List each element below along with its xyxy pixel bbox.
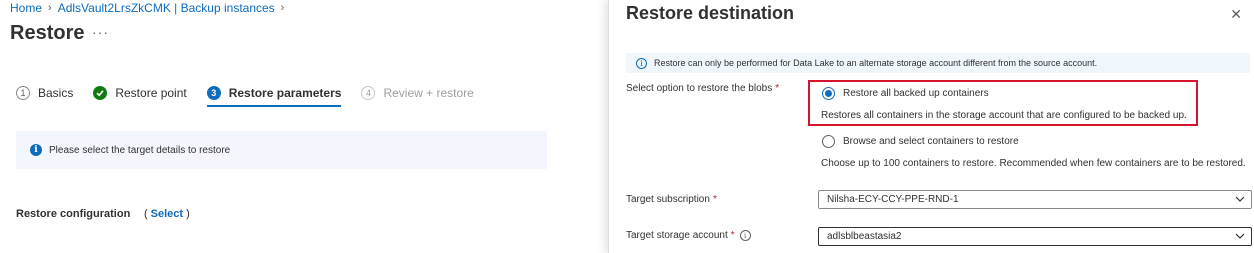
required-marker: * xyxy=(775,83,780,94)
radio-selected-icon[interactable] xyxy=(822,87,835,100)
restore-destination-panel: Restore destination ✕ i Restore can only… xyxy=(608,0,1254,253)
close-icon[interactable]: ✕ xyxy=(1230,6,1242,23)
radio-description: Restores all containers in the storage a… xyxy=(821,110,1187,121)
required-marker: * xyxy=(730,230,735,241)
tab-basics[interactable]: 1 Basics xyxy=(16,86,73,100)
page-title: Restore xyxy=(10,22,85,44)
checkmark-icon xyxy=(93,86,108,100)
info-icon: i xyxy=(636,57,647,69)
select-link[interactable]: Select xyxy=(151,208,183,220)
dropdown-value: adlsblbeastasia2 xyxy=(827,231,902,242)
more-options-icon[interactable]: ··· xyxy=(92,24,109,40)
step-label: Restore parameters xyxy=(228,86,342,100)
panel-title: Restore destination xyxy=(626,3,795,23)
tab-restore-point[interactable]: Restore point xyxy=(93,86,187,100)
radio-label: Restore all backed up containers xyxy=(843,88,989,99)
info-icon[interactable]: i xyxy=(739,230,751,241)
step-label: Basics xyxy=(38,86,74,100)
radio-description: Choose up to 100 containers to restore. … xyxy=(821,158,1246,169)
info-message-bar: i Please select the target details to re… xyxy=(16,131,547,169)
restore-configuration-label: Restore configuration xyxy=(16,208,131,220)
breadcrumb: Home › AdlsVault2LrsZkCMK | Backup insta… xyxy=(10,1,290,15)
tab-restore-parameters[interactable]: 3 Restore parameters xyxy=(206,86,342,107)
target-subscription-dropdown[interactable]: Nilsha-ECY-CCY-PPE-RND-1 xyxy=(818,190,1252,209)
radio-label: Browse and select containers to restore xyxy=(843,136,1019,147)
radio-browse-select[interactable]: Browse and select containers to restore xyxy=(822,135,1019,148)
tab-review-restore: 4 Review + restore xyxy=(361,86,474,100)
breadcrumb-home-link[interactable]: Home xyxy=(10,1,42,15)
radio-unselected-icon[interactable] xyxy=(822,135,835,148)
chevron-down-icon xyxy=(1235,233,1245,239)
step-label: Review + restore xyxy=(383,86,474,100)
target-subscription-label: Target subscription * xyxy=(626,194,717,205)
step-number-badge: 4 xyxy=(361,86,376,100)
breadcrumb-vault-link[interactable]: AdlsVault2LrsZkCMK | Backup instances xyxy=(58,1,275,15)
step-label: Restore point xyxy=(115,86,187,100)
info-banner: i Restore can only be performed for Data… xyxy=(626,53,1250,73)
radio-restore-all[interactable]: Restore all backed up containers xyxy=(822,87,989,100)
info-icon: i xyxy=(30,144,42,156)
info-message-text: Please select the target details to rest… xyxy=(49,144,231,156)
breadcrumb-chevron-icon: › xyxy=(280,2,285,14)
target-storage-account-label: Target storage account * i xyxy=(626,230,751,241)
step-number-badge: 1 xyxy=(16,86,30,100)
restore-configuration-select: (Select) xyxy=(144,208,190,220)
dropdown-value: Nilsha-ECY-CCY-PPE-RND-1 xyxy=(827,194,959,205)
wizard-steps: 1 Basics Restore point 3 Restore paramet… xyxy=(16,86,494,107)
chevron-down-icon xyxy=(1235,196,1245,202)
restore-wizard-pane: Home › AdlsVault2LrsZkCMK | Backup insta… xyxy=(0,0,608,253)
step-number-badge: 3 xyxy=(206,86,221,100)
target-storage-account-dropdown[interactable]: adlsblbeastasia2 xyxy=(818,227,1252,246)
banner-text: Restore can only be performed for Data L… xyxy=(654,58,1098,68)
blobs-option-label: Select option to restore the blobs * xyxy=(626,83,780,94)
breadcrumb-chevron-icon: › xyxy=(48,2,52,14)
required-marker: * xyxy=(712,194,717,205)
